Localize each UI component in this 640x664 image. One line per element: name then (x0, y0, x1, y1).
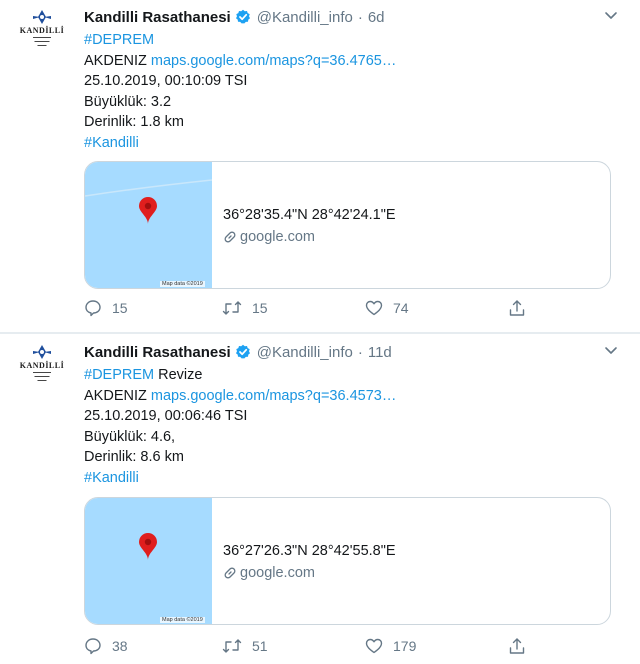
kandilli-logo-icon (33, 10, 51, 24)
tweet-divider (0, 332, 640, 334)
retweet-icon (222, 639, 242, 653)
tweet-line: Derinlik: 1.8 km (84, 114, 184, 130)
share-button[interactable] (508, 299, 536, 317)
retweet-count: 51 (252, 638, 268, 654)
chevron-down-icon[interactable] (604, 8, 618, 27)
tweet-text: #DEPREM Revize AKDENIZ maps.google.com/m… (84, 365, 396, 488)
map-thumbnail: Map data ©2019 (85, 498, 212, 624)
card-title: 36°27'26.3"N 28°42'55.8"E (223, 543, 396, 559)
tweet-header: Kandilli Rasathanesi @Kandilli_info · 6d (84, 6, 385, 28)
map-coastline (85, 179, 212, 197)
verified-badge-icon (235, 344, 251, 360)
avatar-logo-text: KANDİLLİ (19, 26, 65, 35)
verified-badge-icon (235, 9, 251, 25)
timestamp[interactable]: 11d (368, 344, 392, 361)
link-card[interactable]: Map data ©2019 36°27'26.3"N 28°42'55.8"E… (84, 497, 611, 625)
reply-count: 15 (112, 300, 128, 316)
like-button[interactable]: 74 (365, 299, 409, 317)
tweet-text: #DEPREM AKDENIZ maps.google.com/maps?q=3… (84, 30, 396, 153)
tweet-line: AKDENIZ maps.google.com/maps?q=36.4765… (84, 51, 396, 72)
separator-dot: · (357, 8, 363, 26)
heart-icon (365, 300, 383, 316)
reply-icon (85, 638, 101, 655)
hashtag-link[interactable]: #Kandilli (84, 470, 139, 486)
avatar[interactable]: KANDİLLİ ▬▬▬▬▬▬ ▬▬▬▬▬ ▬▬▬ (18, 345, 66, 393)
chevron-down-icon[interactable] (604, 343, 618, 362)
map-url-link[interactable]: maps.google.com/maps?q=36.4573… (151, 388, 396, 404)
heart-icon (365, 638, 383, 654)
like-count: 179 (393, 638, 417, 654)
tweet-line: Derinlik: 8.6 km (84, 449, 184, 465)
tweet-line-text: Revize (154, 367, 203, 383)
link-icon (224, 567, 236, 579)
map-credit: Map data ©2019 (160, 281, 205, 287)
tweet-line: Büyüklük: 3.2 (84, 93, 172, 110)
avatar[interactable]: KANDİLLİ ▬▬▬▬▬▬ ▬▬▬▬▬ ▬▬▬ (18, 10, 66, 58)
tweet-line: #DEPREM Revize (84, 365, 396, 386)
avatar-logo-text: KANDİLLİ (19, 361, 65, 370)
tweet-line: #Kandilli (84, 133, 396, 154)
map-pin-icon (139, 533, 157, 560)
action-bar: 15 15 74 (84, 299, 554, 321)
tweet-line: 25.10.2019, 00:06:46 TSI (84, 408, 248, 424)
retweet-button[interactable]: 15 (222, 299, 268, 317)
reply-button[interactable]: 38 (84, 637, 128, 655)
map-pin-icon (139, 197, 157, 224)
tweet-line: 25.10.2019, 00:10:09 TSI (84, 73, 248, 89)
card-domain-text: google.com (240, 229, 315, 245)
author-name[interactable]: Kandilli Rasathanesi (84, 9, 231, 26)
reply-count: 38 (112, 638, 128, 654)
card-domain: google.com (223, 565, 315, 581)
card-domain: google.com (223, 229, 315, 245)
tweet-line: #Kandilli (84, 468, 396, 489)
author-name[interactable]: Kandilli Rasathanesi (84, 344, 231, 361)
card-domain-text: google.com (240, 565, 315, 581)
share-button[interactable] (508, 637, 536, 655)
avatar-logo-subtext: ▬▬▬▬▬▬ ▬▬▬▬▬ ▬▬▬ (33, 370, 51, 382)
author-handle[interactable]: @Kandilli_info (257, 9, 353, 26)
link-icon (224, 231, 236, 243)
author-handle[interactable]: @Kandilli_info (257, 344, 353, 361)
hashtag-link[interactable]: #DEPREM (84, 367, 154, 383)
card-title: 36°28'35.4"N 28°42'24.1"E (223, 207, 396, 223)
tweet-header: Kandilli Rasathanesi @Kandilli_info · 11… (84, 341, 392, 363)
tweet-line-text: AKDENIZ (84, 387, 151, 404)
map-thumbnail: Map data ©2019 (85, 162, 212, 288)
action-bar: 38 51 179 (84, 637, 554, 659)
share-icon (509, 638, 525, 654)
reply-button[interactable]: 15 (84, 299, 128, 317)
separator-dot: · (357, 343, 363, 361)
retweet-button[interactable]: 51 (222, 637, 268, 655)
hashtag-link[interactable]: #DEPREM (84, 32, 154, 48)
tweet-line: AKDENIZ maps.google.com/maps?q=36.4573… (84, 386, 396, 407)
hashtag-link[interactable]: #Kandilli (84, 135, 139, 151)
share-icon (509, 300, 525, 316)
tweet-line: Büyüklük: 4.6, (84, 428, 176, 445)
tweet-line: #DEPREM (84, 30, 396, 51)
tweet[interactable]: KANDİLLİ ▬▬▬▬▬▬ ▬▬▬▬▬ ▬▬▬ Kandilli Rasatha… (0, 0, 640, 332)
tweet-line-text: AKDENIZ (84, 52, 151, 69)
avatar-logo-subtext: ▬▬▬▬▬▬ ▬▬▬▬▬ ▬▬▬ (33, 35, 51, 47)
timestamp[interactable]: 6d (368, 9, 385, 26)
tweet[interactable]: KANDİLLİ ▬▬▬▬▬▬ ▬▬▬▬▬ ▬▬▬ Kandilli Rasatha… (0, 335, 640, 664)
retweet-count: 15 (252, 300, 268, 316)
map-credit: Map data ©2019 (160, 617, 205, 623)
link-card[interactable]: Map data ©2019 36°28'35.4"N 28°42'24.1"E… (84, 161, 611, 289)
reply-icon (85, 300, 101, 317)
retweet-icon (222, 301, 242, 315)
like-button[interactable]: 179 (365, 637, 416, 655)
map-url-link[interactable]: maps.google.com/maps?q=36.4765… (151, 53, 396, 69)
kandilli-logo-icon (33, 345, 51, 359)
like-count: 74 (393, 300, 409, 316)
